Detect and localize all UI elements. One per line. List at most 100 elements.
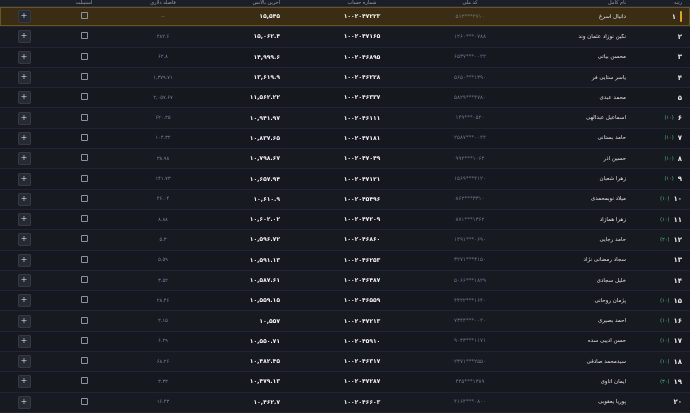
table-row: ۱۴ خلیل سجادی ۱۸۲۹***۵۰۶۶ ۱۰۰۲۰۴۶۴۸۷ ۱۰,… <box>0 270 690 292</box>
expand-row-button[interactable]: + <box>17 10 31 24</box>
dollar-distance: ۱۴۱.۷۳ <box>155 176 171 183</box>
rank-change-badge: (۱۰) <box>664 135 674 142</box>
consistency-cell <box>48 93 120 102</box>
rank-cell: ۱۲ (۲۰) <box>632 236 690 244</box>
account-number: ۱۰۰۲۰۴۶۴۸۷ <box>343 277 381 284</box>
table-row: ۱۱ (۱۰) زهرا همازاد ۱۳۶۲***۸۷۱ ۱۰۰۲۰۴۷۲۰… <box>0 209 690 231</box>
rank-change-badge: (۱۰) <box>660 338 670 345</box>
expand-row-button[interactable]: + <box>17 172 31 186</box>
account-number: ۱۰۰۲۰۴۷۰۴۹ <box>343 155 381 163</box>
national-code: ۱۳۶۲***۸۷۱ <box>455 216 485 223</box>
dollar-distance: ۴۸۲.۶ <box>156 33 170 40</box>
lock-icon <box>80 235 88 243</box>
lock-icon <box>80 336 88 344</box>
consistency-cell <box>48 133 120 143</box>
last-balance: ۱۰,۹۴۱.۹۷ <box>249 114 280 122</box>
lock-icon <box>80 215 88 223</box>
rank-change-badge: (۱۰) <box>660 196 670 203</box>
table-row: ۱۵ (۱۰) پژمان روحانی ۱۶۴۰***۴۴۲۲ ۱۰۰۲۰۴۶… <box>0 291 690 312</box>
expand-row-button[interactable]: + <box>17 152 31 166</box>
rank-number: ۲۰ <box>673 398 682 407</box>
dollar-distance: ۶۸.۲۶ <box>156 358 170 365</box>
expand-row-button[interactable]: + <box>17 30 31 44</box>
expand-row-button[interactable]: + <box>17 294 31 308</box>
rank-change-badge: (۱۰) <box>660 318 670 325</box>
table-row: ۵ محمد عبدی ۴۷۸۰***۵۸۲۹ ۱۰۰۲۰۴۶۳۳۷ ۱۱,۵۶… <box>0 88 690 109</box>
rank-number: ۱۷ <box>673 337 682 346</box>
expand-row-button[interactable]: + <box>17 253 31 267</box>
lock-icon <box>80 377 88 385</box>
dollar-distance: ۱۰۴.۳۲ <box>155 135 171 142</box>
dollar-distance: ۵.۳ <box>159 236 167 243</box>
action-cell: + <box>0 30 48 44</box>
expand-row-button[interactable]: + <box>17 131 31 145</box>
action-cell: + <box>0 71 48 85</box>
table-row: ۲۰ پوریا یعقوبی ۰۸۰۰***۴۱۶۴ ۱۰۰۲۰۴۶۶۰۳ ۱… <box>0 392 690 413</box>
action-cell: + <box>0 91 48 105</box>
dollar-distance: ۶۲۰.۲۵ <box>155 115 171 122</box>
expand-row-button[interactable]: + <box>17 334 31 348</box>
rank-change-badge: (۳۰) <box>660 378 670 385</box>
national-code: ۳۳۱۰***۸۶۲ <box>455 196 485 203</box>
expand-row-button[interactable]: + <box>17 192 31 206</box>
account-number: ۱۰۰۲۰۴۷۲۰۹ <box>343 216 381 224</box>
action-cell: + <box>0 314 48 328</box>
expand-row-button[interactable]: + <box>17 375 31 389</box>
national-code: ۰۸۰۰***۴۱۶۴ <box>454 399 486 406</box>
expand-row-button[interactable]: + <box>17 355 31 369</box>
last-balance: ۱۰,۵۹۶.۷۲ <box>249 236 280 244</box>
national-code: ۲۷۱۰***۵۱۲ <box>455 13 485 20</box>
last-balance: ۱۰,۸۳۷.۶۵ <box>249 134 280 142</box>
expand-row-button[interactable]: + <box>17 91 31 105</box>
last-balance: ۱۰,۶۱۰.۹ <box>253 195 280 203</box>
full-name: دانیال اسرغ <box>598 13 626 20</box>
lock-icon <box>80 296 88 304</box>
lock-icon <box>80 276 88 283</box>
rank-cell: ۱ <box>632 11 690 23</box>
consistency-cell <box>48 12 120 21</box>
dollar-distance: ۲.۱۵ <box>158 318 168 325</box>
full-name: حامد بستانی <box>597 135 626 142</box>
table-row: ۳ محسن بیاتی ۰۰۲۲***۶۵۳۷ ۱۰۰۲۰۴۶۸۹۵ ۱۴,۹… <box>0 47 690 68</box>
expand-row-button[interactable]: + <box>17 71 31 85</box>
rank-change-badge: (۱۰) <box>660 358 670 365</box>
full-name: زهرا همازاد <box>599 216 626 223</box>
expand-row-button[interactable]: + <box>17 274 31 287</box>
expand-row-button[interactable]: + <box>17 314 31 328</box>
dollar-distance: ۳.۳۳ <box>158 378 168 385</box>
account-number: ۱۰۰۲۰۴۵۹۱۰ <box>343 337 381 345</box>
expand-row-button[interactable]: + <box>17 50 31 64</box>
action-cell: + <box>0 50 48 64</box>
account-number: ۱۰۰۲۰۴۷۲۲۳ <box>343 13 381 21</box>
action-cell: + <box>0 395 48 409</box>
expand-row-button[interactable]: + <box>17 395 31 409</box>
account-number: ۱۰۰۲۰۴۷۱۲۱ <box>343 175 381 183</box>
rank-cell: ۱۱ (۱۰) <box>632 216 690 224</box>
rank-cell: ۱۷ (۱۰) <box>632 337 690 345</box>
account-number: ۱۰۰۲۰۴۶۸۹۵ <box>343 53 381 61</box>
consistency-cell <box>48 276 120 285</box>
table-row: ۶ (۱۰) اسماعیل عبدالهی ۰۵۲۰***۱۴۹ ۱۰۰۲۰۴… <box>0 108 690 129</box>
full-name: سیدمحمد صادقی <box>586 358 626 365</box>
lock-icon <box>80 52 88 60</box>
rank-cell: ۱۳ <box>632 256 690 264</box>
dollar-distance: -- <box>161 13 165 20</box>
account-number: ۱۰۰۲۰۴۶۸۶۰ <box>343 236 381 244</box>
rank-cell: ۳ <box>632 53 690 61</box>
table-body: ۱ دانیال اسرغ ۲۷۱۰***۵۱۲ ۱۰۰۲۰۴۷۲۲۳ ۱۵,۵… <box>0 7 690 413</box>
expand-row-button[interactable]: + <box>17 233 31 247</box>
table-row: ۸ (۱۰) حسین آذر ۱۰۶۴***۹۹۲ ۱۰۰۲۰۴۷۰۴۹ ۱۰… <box>0 149 690 170</box>
national-code: ۱۰۶۴***۹۹۲ <box>455 155 485 162</box>
rank-cell: ۶ (۱۰) <box>632 114 690 122</box>
rank-number: ۱۸ <box>673 357 682 366</box>
rank-cell: ۹ (۱۰) <box>632 175 690 183</box>
table-row: ۱۳ سجاد رمضانی نژاد ۳۱۵۰***۳۲۷۱ ۱۰۰۲۰۴۶۲… <box>0 250 690 271</box>
rank-number: ۹ <box>677 175 682 184</box>
consistency-cell <box>48 174 120 184</box>
consistency-cell <box>48 336 120 346</box>
expand-row-button[interactable]: + <box>17 111 31 125</box>
consistency-cell <box>48 255 120 265</box>
header-distance: فاصله دلاری <box>150 0 176 6</box>
expand-row-button[interactable]: + <box>17 213 31 227</box>
dollar-distance: ۴۶.۰۴ <box>156 196 170 203</box>
